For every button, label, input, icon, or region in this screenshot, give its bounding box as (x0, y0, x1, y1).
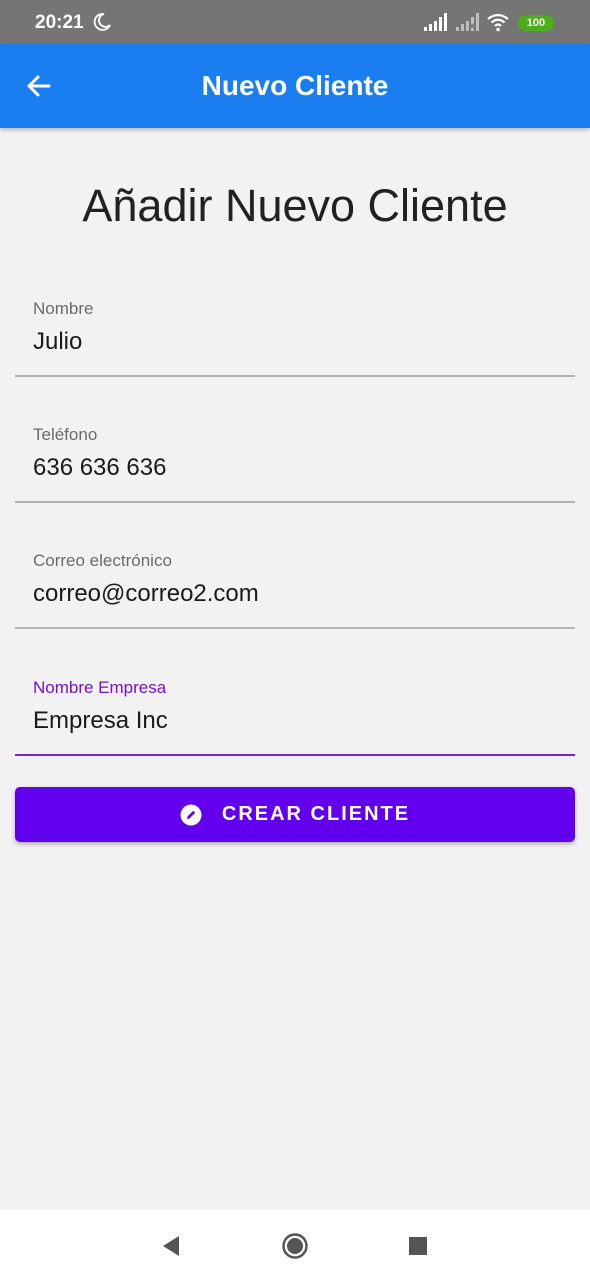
back-button[interactable] (18, 66, 60, 106)
email-label: Correo electrónico (33, 551, 172, 570)
email-field[interactable]: Correo electrónico (15, 533, 575, 629)
company-input[interactable] (33, 707, 553, 735)
edit-icon (180, 804, 202, 825)
signal-off-icon (456, 13, 479, 31)
status-bar: 20:21 100 (0, 0, 590, 44)
app-bar: Nuevo Cliente (0, 44, 590, 128)
phone-field[interactable]: Teléfono (15, 407, 575, 503)
app-title: Nuevo Cliente (201, 70, 389, 101)
navigation-bar (0, 1210, 590, 1280)
name-input[interactable] (33, 328, 553, 356)
nav-home-icon[interactable] (281, 1232, 309, 1260)
company-label: Nombre Empresa (33, 678, 167, 697)
battery-level: 100 (526, 17, 546, 29)
name-field[interactable]: Nombre (15, 281, 575, 377)
nav-recent-icon[interactable] (404, 1232, 432, 1260)
email-input[interactable] (33, 580, 553, 608)
page-heading: Añadir Nuevo Cliente (82, 180, 508, 231)
wifi-icon (487, 13, 509, 32)
phone-label: Teléfono (33, 425, 98, 444)
signal-icon (424, 13, 447, 31)
nav-back-icon[interactable] (158, 1232, 186, 1260)
phone-input[interactable] (33, 454, 553, 482)
battery-icon: 100 (518, 15, 554, 31)
create-client-label: CREAR CLIENTE (221, 803, 411, 825)
arrow-back-icon (27, 75, 51, 97)
create-client-button[interactable]: CREAR CLIENTE (15, 787, 575, 842)
moon-icon (93, 13, 111, 31)
status-time: 20:21 (35, 12, 84, 33)
company-field[interactable]: Nombre Empresa (15, 660, 575, 756)
name-label: Nombre (33, 299, 94, 318)
